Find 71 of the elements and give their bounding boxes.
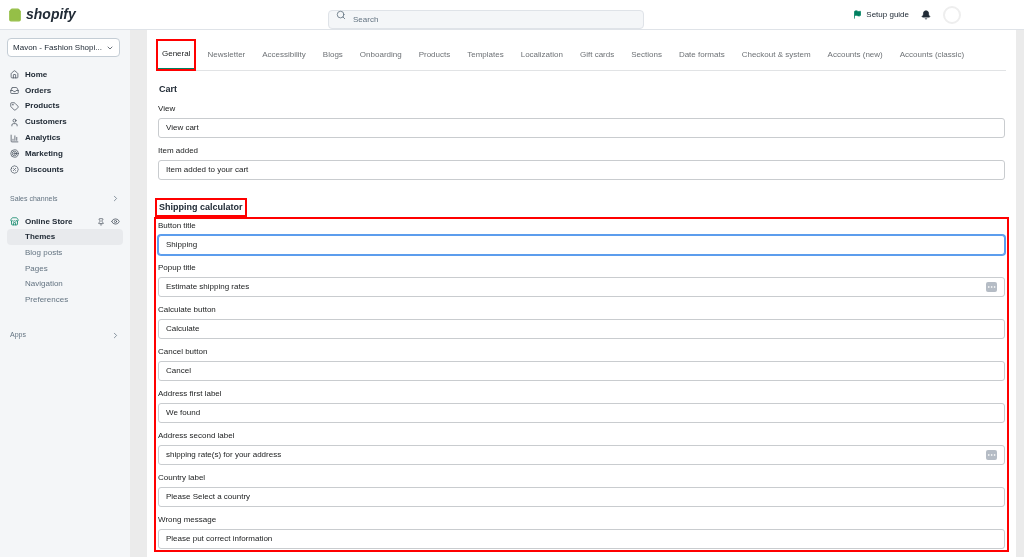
- eye-icon[interactable]: [111, 217, 120, 227]
- section-heading: Cart: [158, 83, 178, 96]
- target-icon: [10, 149, 19, 159]
- store-icon: [10, 217, 19, 227]
- nav-subitem[interactable]: Pages: [7, 260, 123, 277]
- percent-badge-icon: [10, 165, 19, 175]
- nav-subitem[interactable]: Navigation: [7, 276, 123, 293]
- tab[interactable]: Accessibility: [257, 40, 311, 70]
- text-field[interactable]: Calculate: [158, 319, 1005, 339]
- nav-item[interactable]: Home: [25, 68, 48, 81]
- nav-item[interactable]: Orders: [25, 84, 52, 97]
- nav-item[interactable]: Analytics: [25, 132, 61, 145]
- nav-subitem[interactable]: Blog posts: [7, 244, 123, 261]
- nav-item[interactable]: Marketing: [25, 147, 63, 160]
- tab[interactable]: General: [157, 40, 196, 70]
- text-field[interactable]: Estimate shipping rates: [158, 277, 1005, 297]
- more-icon[interactable]: [986, 282, 997, 292]
- nav-item[interactable]: Products: [25, 100, 60, 113]
- tab[interactable]: Localization: [515, 40, 568, 70]
- nav-item[interactable]: Online Store: [25, 215, 91, 228]
- text-field[interactable]: shipping rate(s) for your address: [158, 445, 1005, 465]
- more-icon[interactable]: [986, 450, 997, 460]
- text-field[interactable]: Item added to your cart: [158, 159, 1005, 180]
- nav-item[interactable]: Customers: [25, 116, 67, 129]
- pin-icon[interactable]: [97, 217, 105, 226]
- text-field[interactable]: We found: [158, 403, 1005, 423]
- field-label: Address first label: [158, 388, 223, 400]
- inbox-icon: [10, 86, 19, 96]
- notification-icon[interactable]: [921, 9, 931, 20]
- store-selector[interactable]: Mavon - Fashion Shopi...: [7, 38, 120, 57]
- tab[interactable]: Templates: [462, 40, 509, 70]
- tab[interactable]: Date formats: [673, 40, 730, 70]
- chevron-right-icon[interactable]: [111, 330, 120, 340]
- section-heading: Shipping calculator: [157, 199, 245, 215]
- field-label: View: [158, 102, 177, 115]
- tab[interactable]: Gift cards: [574, 40, 620, 70]
- logo-icon: [8, 6, 22, 23]
- text-field[interactable]: View cart: [158, 117, 1005, 138]
- field-label: Popup title: [158, 262, 197, 274]
- flag-icon: [853, 10, 863, 19]
- tab[interactable]: Products: [413, 40, 456, 70]
- logo-text: shopify: [26, 5, 76, 24]
- tab[interactable]: Blogs: [317, 40, 348, 70]
- search-icon: [336, 9, 346, 20]
- field-label: Item added: [158, 144, 200, 157]
- field-label: Cancel button: [158, 346, 209, 358]
- tab[interactable]: Onboarding: [354, 40, 407, 70]
- tag-icon: [10, 102, 19, 111]
- search-field[interactable]: Search: [328, 10, 644, 29]
- home-icon: [10, 70, 19, 80]
- tab[interactable]: Checkout & system: [736, 40, 816, 70]
- field-label: Country label: [158, 472, 207, 484]
- field-label: Address second label: [158, 430, 236, 442]
- text-field[interactable]: Shipping: [158, 235, 1005, 255]
- nav-item[interactable]: Discounts: [25, 163, 64, 176]
- tab[interactable]: Accounts (classic): [894, 40, 970, 70]
- field-label: Calculate button: [158, 304, 217, 316]
- text-field[interactable]: Please Select a country: [158, 487, 1005, 507]
- tab[interactable]: Newsletter: [202, 40, 251, 70]
- text-field[interactable]: Please put correct information: [158, 529, 1005, 549]
- person-icon: [10, 117, 19, 127]
- chevron-right-icon[interactable]: [111, 194, 120, 204]
- bar-chart-icon: [10, 133, 19, 143]
- tab[interactable]: Sections: [626, 40, 667, 70]
- text-field[interactable]: Cancel: [158, 361, 1005, 381]
- setup-guide-button[interactable]: Setup guide: [853, 8, 909, 21]
- nav-subitem[interactable]: Themes: [7, 229, 123, 245]
- field-label: Wrong message: [158, 514, 218, 526]
- tab[interactable]: Accounts (new): [822, 40, 888, 70]
- field-label: Button title: [158, 220, 197, 232]
- nav-subitem[interactable]: Preferences: [7, 292, 123, 309]
